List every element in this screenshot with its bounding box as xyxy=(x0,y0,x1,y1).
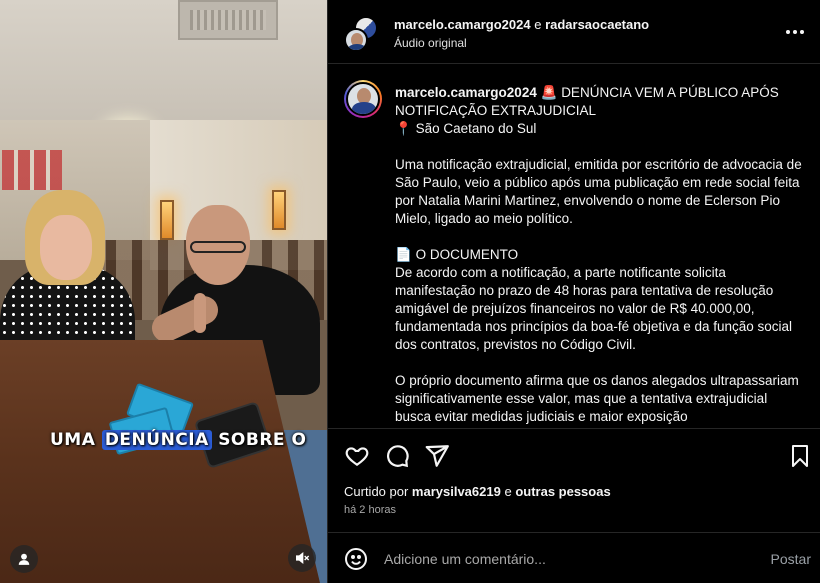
caption-username[interactable]: marcelo.camargo2024 xyxy=(395,85,537,100)
post-comment-button[interactable]: Postar xyxy=(771,551,811,567)
speaker-muted-icon xyxy=(296,551,310,565)
emoji-picker-button[interactable] xyxy=(344,547,368,571)
likes-connector: e xyxy=(500,484,516,499)
tagged-users-button[interactable] xyxy=(10,545,38,573)
coauthor-link[interactable]: radarsaocaetano xyxy=(545,17,649,32)
caption-paragraph: Uma notificação extrajudicial, emitida p… xyxy=(395,157,802,226)
post-header: marcelo.camargo2024 e radarsaocaetano Áu… xyxy=(328,0,820,64)
caption-avatar[interactable] xyxy=(344,80,382,118)
post-authors: marcelo.camargo2024 e radarsaocaetano xyxy=(394,17,649,32)
caption-paragraph: De acordo com a notificação, a parte not… xyxy=(395,265,793,352)
comment-input[interactable] xyxy=(384,546,744,572)
avatar xyxy=(346,82,380,116)
video-caption-overlay: UMA DENÚNCIA SOBRE O xyxy=(46,428,310,452)
caption-subheading: O DOCUMENTO xyxy=(415,247,519,262)
reel-video[interactable]: UMA DENÚNCIA SOBRE O xyxy=(0,0,327,583)
user-icon xyxy=(18,553,30,565)
like-button[interactable] xyxy=(344,443,370,469)
collab-avatars[interactable] xyxy=(344,16,378,52)
likes-prefix: Curtido por xyxy=(344,484,412,499)
comment-button[interactable] xyxy=(384,443,410,469)
caption-paragraph: O próprio documento afirma que os danos … xyxy=(395,373,799,424)
pin-emoji: 📍 xyxy=(395,121,412,136)
action-bar xyxy=(328,428,820,480)
share-button[interactable] xyxy=(424,443,450,469)
avatar xyxy=(344,28,368,52)
mute-button[interactable] xyxy=(288,544,316,572)
emoji-icon xyxy=(345,548,367,570)
send-icon xyxy=(425,445,449,467)
siren-emoji: 🚨 xyxy=(540,85,558,100)
post-timestamp[interactable]: há 2 horas xyxy=(344,504,396,516)
author-link[interactable]: marcelo.camargo2024 xyxy=(394,17,531,32)
bookmark-icon xyxy=(792,445,808,467)
caption-location: São Caetano do Sul xyxy=(415,121,537,136)
more-horizontal-icon xyxy=(786,30,804,34)
liker-link[interactable]: marysilva6219 xyxy=(412,484,501,499)
document-emoji: 📄 xyxy=(395,247,412,262)
wall-frames xyxy=(2,150,62,190)
post-panel: marcelo.camargo2024 e radarsaocaetano Áu… xyxy=(327,0,820,583)
save-button[interactable] xyxy=(788,443,814,469)
caption-text: marcelo.camargo2024 🚨 DENÚNCIA VEM A PÚB… xyxy=(395,84,805,426)
comment-icon xyxy=(387,445,409,468)
overlay-word: UMA xyxy=(50,430,96,450)
heart-icon xyxy=(345,447,369,466)
caption-area: marcelo.camargo2024 🚨 DENÚNCIA VEM A PÚB… xyxy=(328,64,820,428)
overlay-word: SOBRE O xyxy=(218,430,307,450)
overlay-highlight: DENÚNCIA xyxy=(101,430,212,450)
air-conditioner xyxy=(178,0,278,40)
author-connector: e xyxy=(530,17,546,32)
likes-summary: Curtido por marysilva6219 e outras pesso… xyxy=(344,484,611,499)
more-options-button[interactable] xyxy=(783,22,807,42)
audio-link[interactable]: Áudio original xyxy=(394,36,467,50)
others-link[interactable]: outras pessoas xyxy=(515,484,610,499)
comment-bar: Postar xyxy=(328,532,820,583)
